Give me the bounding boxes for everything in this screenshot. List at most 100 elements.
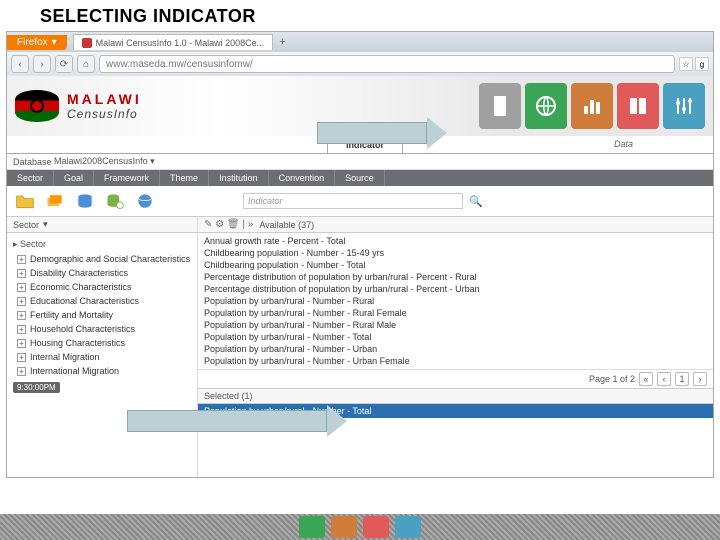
available-header: ✎ ⚙ 🗑 | » Available (37)	[198, 217, 713, 233]
browser-tab[interactable]: Malawi CensusInfo 1.0 - Malawi 2008Ce...	[73, 34, 274, 50]
favicon-icon	[82, 38, 92, 48]
tree-item[interactable]: + Economic Characteristics	[13, 280, 191, 294]
footer-tile-book-icon	[363, 516, 389, 538]
tab-data[interactable]: Data	[596, 136, 713, 153]
add-db-icon[interactable]	[103, 190, 127, 212]
pager-first[interactable]: «	[639, 372, 653, 386]
globe-icon[interactable]	[133, 190, 157, 212]
dim-sector[interactable]: Sector	[7, 170, 54, 186]
list-item[interactable]: Annual growth rate - Percent - Total	[204, 235, 707, 247]
forward-button[interactable]: ›	[33, 55, 51, 73]
tree-item[interactable]: + International Migration	[13, 364, 191, 378]
list-item[interactable]: Percentage distribution of population by…	[204, 271, 707, 283]
expand-icon[interactable]: +	[17, 311, 26, 320]
tree-item[interactable]: + Educational Characteristics	[13, 294, 191, 308]
tree-label: Internal Migration	[30, 352, 100, 362]
chevron-down-icon: ▾	[52, 37, 57, 48]
expand-icon[interactable]: +	[17, 367, 26, 376]
brand-line1: MALAWI	[67, 91, 142, 107]
tree-item[interactable]: + Housing Characteristics	[13, 336, 191, 350]
tree-label: Housing Characteristics	[30, 338, 125, 348]
tree-label: Educational Characteristics	[30, 296, 139, 306]
new-tab-button[interactable]: +	[273, 36, 291, 48]
tile-sliders-icon[interactable]	[663, 83, 705, 129]
browser-window: Firefox ▾ Malawi CensusInfo 1.0 - Malawi …	[6, 31, 714, 478]
firefox-menu-button[interactable]: Firefox ▾	[7, 35, 67, 50]
tree-label: Disability Characteristics	[30, 268, 128, 278]
list-item[interactable]: Population by urban/rural - Number - Rur…	[204, 295, 707, 307]
time-badge: 9:30:00PM	[13, 382, 60, 393]
database-label: Database	[13, 157, 52, 167]
list-item[interactable]: Population by urban/rural - Number - Rur…	[204, 319, 707, 331]
tile-globe-icon[interactable]	[525, 83, 567, 129]
dim-framework[interactable]: Framework	[94, 170, 160, 186]
sector-dropdown-icon[interactable]: ▾	[43, 219, 48, 230]
footer-tile-globe-icon	[299, 516, 325, 538]
pager-next[interactable]: ›	[693, 372, 707, 386]
search-icon[interactable]: 🔍	[469, 195, 483, 208]
expand-icon[interactable]: +	[17, 325, 26, 334]
list-item[interactable]: Population by urban/rural - Number - Urb…	[204, 355, 707, 367]
back-button[interactable]: ‹	[11, 55, 29, 73]
tree-item[interactable]: +Demographic and Social Characteristics	[13, 252, 191, 266]
tree-item[interactable]: + Disability Characteristics	[13, 266, 191, 280]
expand-icon[interactable]: +	[17, 255, 26, 264]
google-ext-icon[interactable]: g	[695, 57, 709, 71]
available-list: Annual growth rate - Percent - Total Chi…	[198, 233, 713, 369]
indicator-panel: ✎ ⚙ 🗑 | » Available (37) Annual growth r…	[197, 217, 713, 477]
expand-icon[interactable]: +	[17, 297, 26, 306]
extension-icons: ☆ g	[679, 57, 709, 71]
dim-convention[interactable]: Convention	[269, 170, 336, 186]
dim-institution[interactable]: Institution	[209, 170, 269, 186]
tree-label: International Migration	[30, 366, 119, 376]
list-item[interactable]: Population by urban/rural - Number - Tot…	[204, 331, 707, 343]
home-button[interactable]: ⌂	[77, 55, 95, 73]
available-label: Available (37)	[259, 220, 314, 230]
tree-label: Fertility and Mortality	[30, 310, 113, 320]
tree-item[interactable]: +Household Characteristics	[13, 322, 191, 336]
tile-phone-icon[interactable]	[479, 83, 521, 129]
indicator-search[interactable]: Indicator	[243, 193, 463, 209]
tree-root-label: Sector	[20, 239, 46, 249]
dimension-bar: Sector Goal Framework Theme Institution …	[7, 170, 713, 186]
list-item[interactable]: Population by urban/rural - Number - Rur…	[204, 307, 707, 319]
database-dropdown[interactable]: Malawi2008CensusInfo ▾	[54, 156, 155, 167]
toolbar: Indicator 🔍	[7, 186, 713, 217]
layers-icon[interactable]	[43, 190, 67, 212]
tree-item[interactable]: + Fertility and Mortality	[13, 308, 191, 322]
expand-icon[interactable]: +	[17, 269, 26, 278]
address-bar[interactable]: www.maseda.mw/censusinfomw/	[99, 55, 675, 73]
pager-prev[interactable]: ‹	[657, 372, 671, 386]
tree-label: Economic Characteristics	[30, 282, 132, 292]
selected-header: Selected (1)	[198, 388, 713, 404]
footer-tile-sliders-icon	[395, 516, 421, 538]
slide-title: SELECTING INDICATOR	[0, 0, 720, 31]
dim-goal[interactable]: Goal	[54, 170, 94, 186]
brand: MALAWI CensusInfo	[67, 91, 142, 121]
database-icon[interactable]	[73, 190, 97, 212]
folder-icon[interactable]	[13, 190, 37, 212]
expand-icon[interactable]: +	[17, 283, 26, 292]
toolbar-icons[interactable]: ✎ ⚙ 🗑 | »	[204, 219, 253, 230]
tab-strip: Firefox ▾ Malawi CensusInfo 1.0 - Malawi …	[7, 32, 713, 52]
dim-source[interactable]: Source	[335, 170, 385, 186]
ext-icon[interactable]: ☆	[679, 57, 693, 71]
nav-toolbar: ‹ › ⟳ ⌂ www.maseda.mw/censusinfomw/ ☆ g	[7, 52, 713, 76]
list-item[interactable]: Percentage distribution of population by…	[204, 283, 707, 295]
callout-arrow-top	[317, 122, 447, 144]
tree-root[interactable]: ▸ Sector	[13, 237, 191, 252]
list-item[interactable]: Childbearing population - Number - Total	[204, 259, 707, 271]
tile-chart-icon[interactable]	[571, 83, 613, 129]
list-item[interactable]: Population by urban/rural - Number - Urb…	[204, 343, 707, 355]
dim-theme[interactable]: Theme	[160, 170, 209, 186]
sector-tree: ▸ Sector +Demographic and Social Charact…	[7, 233, 197, 477]
firefox-label: Firefox	[17, 37, 48, 48]
main-area: Sector ▾ ▸ Sector +Demographic and Socia…	[7, 217, 713, 477]
expand-icon[interactable]: +	[17, 353, 26, 362]
reload-button[interactable]: ⟳	[55, 55, 73, 73]
sector-header: Sector ▾	[7, 217, 197, 233]
tree-item[interactable]: + Internal Migration	[13, 350, 191, 364]
tile-book-icon[interactable]	[617, 83, 659, 129]
expand-icon[interactable]: +	[17, 339, 26, 348]
list-item[interactable]: Childbearing population - Number - 15-49…	[204, 247, 707, 259]
